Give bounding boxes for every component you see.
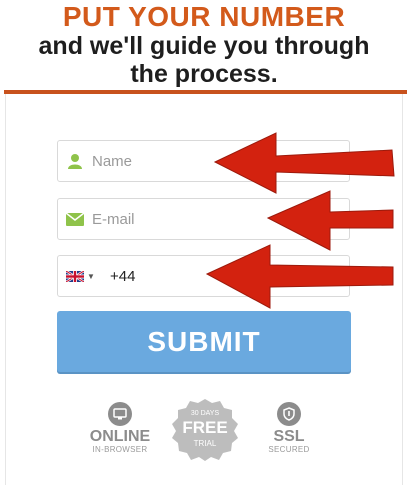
uk-flag-icon (66, 270, 84, 282)
free-top: 30 DAYS (190, 410, 220, 417)
online-title: ONLINE (89, 428, 151, 445)
email-placeholder: E-mail (92, 210, 135, 228)
envelope-icon (58, 212, 92, 226)
free-sub: TRIAL (193, 439, 217, 448)
free-trial-badge: 30 DAYS FREE TRIAL (168, 398, 242, 462)
email-field[interactable]: E-mail (57, 198, 350, 240)
free-title: FREE (182, 418, 228, 437)
monitor-icon (108, 402, 132, 426)
headline: PUT YOUR NUMBER and we'll guide you thro… (0, 0, 408, 89)
name-field[interactable]: Name (57, 140, 350, 182)
online-sub: IN-BROWSER (92, 445, 148, 454)
name-placeholder: Name (92, 152, 133, 170)
online-badge: ONLINE IN-BROWSER (82, 402, 158, 454)
chevron-down-icon: ▼ (87, 271, 95, 281)
ssl-sub: SECURED (268, 445, 310, 454)
country-selector[interactable]: ▼ (58, 270, 110, 282)
headline-line-2: the process. (130, 60, 278, 88)
submit-button[interactable]: SUBMIT (57, 311, 351, 372)
shield-icon (277, 402, 301, 426)
ssl-title: SSL (273, 428, 305, 445)
user-icon (58, 153, 92, 169)
phone-value: +44 (110, 267, 136, 285)
phone-field[interactable]: ▼ +44 (57, 255, 350, 297)
ssl-badge: SSL SECURED (256, 402, 322, 454)
headline-accent: PUT YOUR NUMBER (62, 1, 346, 32)
headline-line-1: and we'll guide you through (38, 32, 370, 60)
